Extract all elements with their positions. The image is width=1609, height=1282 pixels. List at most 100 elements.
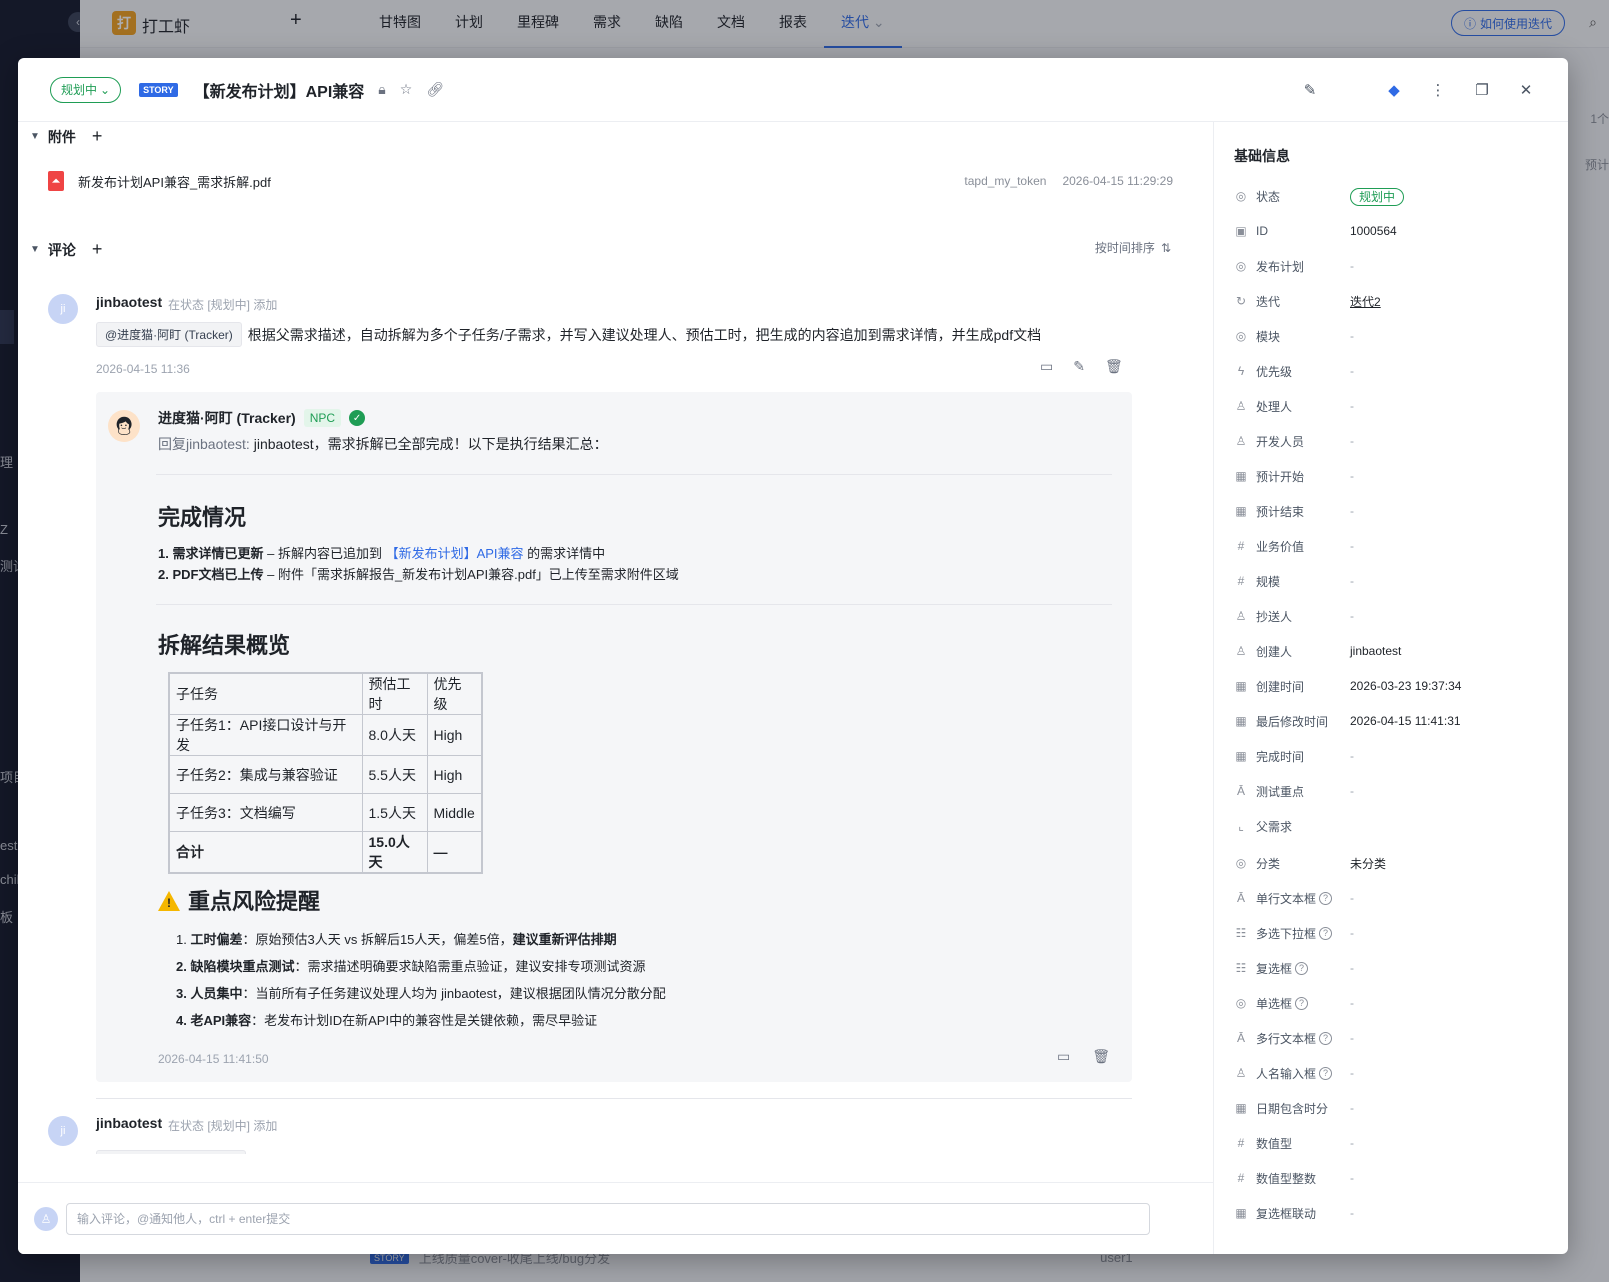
info-field[interactable]: ♙ 人名输入框? - [1234,1062,1564,1084]
info-field[interactable]: ϟ 优先级 - [1234,360,1564,382]
field-icon: Ā [1236,784,1245,798]
info-field[interactable]: ◎ 分类 未分类 [1234,852,1564,874]
ai-assistant-icon[interactable]: ◆ [1372,81,1416,99]
field-value[interactable]: 迭代2 [1350,293,1381,310]
table-cell: — [426,831,483,874]
edit-icon[interactable]: ✎ [1073,358,1085,375]
reply-icon[interactable]: ▭ [1057,1048,1070,1065]
help-icon[interactable]: ? [1295,996,1309,1010]
field-label: 创建人 [1256,644,1293,659]
info-field[interactable]: # 数值型 - [1234,1132,1564,1154]
table-cell: 子任务1：API接口设计与开发 [168,714,363,756]
field-icon: ♙ [1235,644,1247,658]
close-icon[interactable]: ✕ [1504,81,1548,99]
info-field[interactable]: ▦ 预计结束 - [1234,500,1564,522]
field-label: 预计结束 [1256,504,1305,519]
info-field[interactable]: ▣ ID 1000564 [1234,220,1564,242]
field-label: 测试重点 [1256,784,1305,799]
info-field[interactable]: Ā 测试重点 - [1234,780,1564,802]
info-field[interactable]: ☷ 复选框? - [1234,957,1564,979]
info-field[interactable]: # 业务价值 - [1234,535,1564,557]
attachments-heading: 附件 [47,128,76,145]
info-field[interactable]: ☷ 多选下拉框? - [1234,922,1564,944]
field-label: 最后修改时间 [1256,714,1329,729]
attachment-uploader: tapd_my_token [964,174,1047,188]
field-value: jinbaotest [1350,644,1402,658]
edit-icon[interactable]: ✎ [1288,81,1332,99]
add-attachment-button[interactable]: + [92,126,103,147]
help-icon[interactable]: ? [1319,926,1333,940]
done-item-1: 1. 需求详情已更新 – 拆解内容已追加到 【新发布计划】API兼容 的需求详情… [158,546,606,561]
mention-chip[interactable]: @进度猫·阿盯 (Tracker) [96,322,242,347]
field-icon: ◎ [1235,189,1247,203]
field-label: 父需求 [1256,819,1293,834]
delete-icon[interactable]: 🗑︎ [1092,1048,1110,1065]
info-field[interactable]: ▦ 复选框联动 - [1234,1202,1564,1224]
status-dropdown[interactable]: 规划中 ⌄ [50,76,122,103]
field-icon: Ā [1236,1031,1245,1045]
more-icon[interactable]: ⋮ [1416,81,1460,99]
field-icon: ▦ [1235,1206,1247,1220]
field-icon: ▦ [1235,504,1247,518]
info-field[interactable]: ↻ 迭代 迭代2 [1234,290,1564,312]
field-value: - [1350,891,1354,905]
comment-input[interactable] [66,1203,1150,1235]
collapse-icon[interactable]: ▼ [30,131,40,142]
info-field[interactable]: ♙ 开发人员 - [1234,430,1564,452]
info-field[interactable]: ◎ 模块 - [1234,325,1564,347]
comment-composer: ♙ [18,1182,1213,1254]
lock-icon[interactable]: 🔒︎ [378,81,385,98]
help-icon[interactable]: ? [1319,1031,1333,1045]
info-field[interactable]: ▦ 预计开始 - [1234,465,1564,487]
info-field[interactable]: ◎ 发布计划 - [1234,255,1564,277]
info-field[interactable]: ◎ 单选框? - [1234,992,1564,1014]
comments-header[interactable]: ▼ 评论 + [30,239,102,260]
mention-chip[interactable] [96,1150,246,1154]
field-icon: ▣ [1235,224,1247,238]
delete-icon[interactable]: 🗑︎ [1105,358,1123,375]
info-field[interactable]: ♙ 抄送人 - [1234,605,1564,627]
reply-comment: 👩︎ 进度猫·阿盯 (Tracker) NPC ✓ 回复jinbaotest: … [96,392,1132,1082]
info-field[interactable]: ♙ 处理人 - [1234,395,1564,417]
info-field[interactable]: # 数值型整数 - [1234,1167,1564,1189]
table-cell: 子任务2：集成与兼容验证 [168,755,363,794]
field-value: - [1350,574,1354,588]
attachment-name[interactable]: 新发布计划API兼容_需求拆解.pdf [78,172,271,191]
info-field[interactable]: ◎ 状态 规划中 [1234,185,1564,207]
divider [156,604,1112,605]
link-icon[interactable]: 🔗︎ [426,81,444,98]
table-header: 预估工时 [361,672,428,715]
info-field[interactable]: # 规模 - [1234,570,1564,592]
add-comment-button[interactable]: + [92,239,103,260]
field-value: 1000564 [1350,224,1397,238]
field-icon: ▦ [1235,714,1247,728]
help-icon[interactable]: ? [1319,891,1333,905]
open-window-icon[interactable]: ❐ [1460,81,1504,99]
info-field[interactable]: ▦ 完成时间 - [1234,745,1564,767]
star-icon[interactable]: ☆ [400,81,413,98]
info-field[interactable]: ♙ 创建人 jinbaotest [1234,640,1564,662]
field-icon: ϟ [1237,364,1245,378]
table-header-row: 子任务 预估工时 优先级 [168,672,483,715]
table-cell: High [426,714,483,756]
status-badge[interactable]: 规划中 [1350,187,1405,206]
info-field[interactable]: Ā 多行文本框? - [1234,1027,1564,1049]
pdf-icon: ⏶ [48,171,64,191]
help-icon[interactable]: ? [1319,1066,1333,1080]
info-field[interactable]: ▦ 日期包含时分 - [1234,1097,1564,1119]
collapse-icon[interactable]: ▼ [30,244,40,255]
reply-actions: ▭ 🗑︎ [1057,1048,1110,1065]
help-icon[interactable]: ? [1295,961,1309,975]
info-field[interactable]: Ā 单行文本框? - [1234,887,1564,909]
info-field[interactable]: ▦ 创建时间 2026-03-23 19:37:34 [1234,675,1564,697]
field-value: - [1350,1206,1354,1220]
attachments-header[interactable]: ▼ 附件 + [30,126,102,147]
field-icon: ▦ [1235,469,1247,483]
field-label: 复选框? [1256,960,1350,977]
reply-icon[interactable]: ▭ [1040,358,1053,375]
info-field[interactable]: ⌞ 父需求 [1234,815,1564,837]
sort-by-time[interactable]: 按时间排序 ⇅ [1095,239,1171,256]
story-link[interactable]: 【新发布计划】API兼容 [386,546,524,561]
info-field[interactable]: ▦ 最后修改时间 2026-04-15 11:41:31 [1234,710,1564,732]
attachment-item[interactable]: ⏶ 新发布计划API兼容_需求拆解.pdf tapd_my_token 2026… [48,167,1173,195]
